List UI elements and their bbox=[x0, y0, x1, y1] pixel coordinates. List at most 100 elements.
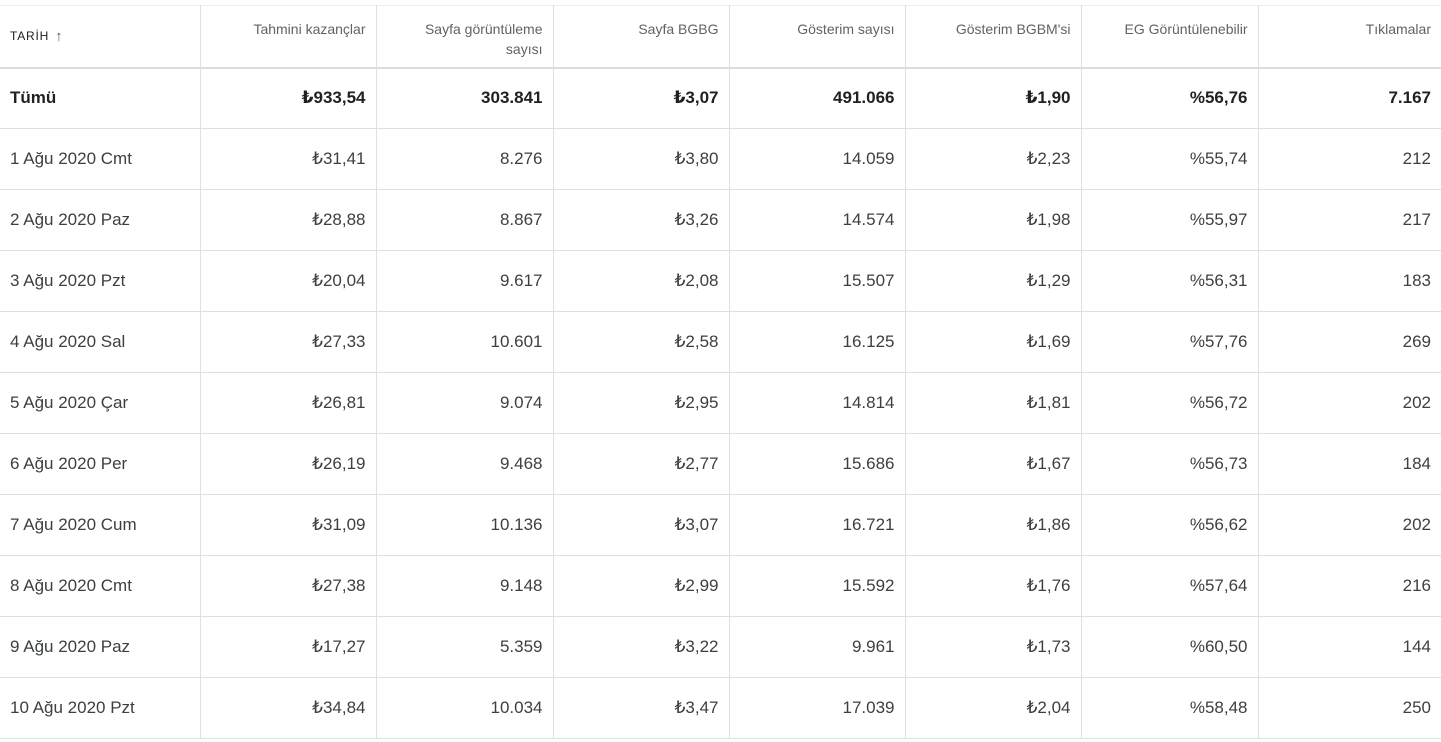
table-row: 1 Ağu 2020 Cmt ₺31,41 8.276 ₺3,80 14.059 ₺2,2… bbox=[0, 128, 1441, 190]
date-cell: 7 Ağu 2020 Cum bbox=[0, 494, 201, 556]
earnings-cell: ₺27,33 bbox=[200, 311, 377, 373]
total-impression-rpm-cell: ₺1,90 bbox=[905, 67, 1082, 129]
earnings-cell: ₺27,38 bbox=[200, 555, 377, 617]
impressions-cell: 16.721 bbox=[729, 494, 906, 556]
page-rpm-cell: ₺2,95 bbox=[553, 372, 730, 434]
column-header-impression-rpm[interactable]: Gösterim BGBM'si bbox=[905, 5, 1082, 69]
earnings-cell: ₺20,04 bbox=[200, 250, 377, 312]
impression-rpm-cell: ₺1,98 bbox=[905, 189, 1082, 251]
date-cell: 1 Ağu 2020 Cmt bbox=[0, 128, 201, 190]
page-rpm-cell: ₺3,26 bbox=[553, 189, 730, 251]
column-header-label: TARİH bbox=[10, 28, 50, 43]
page-rpm-cell: ₺3,47 bbox=[553, 677, 730, 739]
page-rpm-cell: ₺3,22 bbox=[553, 616, 730, 678]
total-page-rpm-cell: ₺3,07 bbox=[553, 67, 730, 129]
column-header-label: Sayfa BGBG bbox=[638, 21, 719, 37]
table-header-row: TARİH ↑ Tahmini kazançlar Sayfa görüntüle… bbox=[0, 5, 1441, 69]
viewable-cell: %57,76 bbox=[1081, 311, 1259, 373]
page-rpm-cell: ₺2,58 bbox=[553, 311, 730, 373]
earnings-cell: ₺26,81 bbox=[200, 372, 377, 434]
total-earnings-cell: ₺933,54 bbox=[200, 67, 377, 129]
impressions-cell: 15.686 bbox=[729, 433, 906, 495]
impression-rpm-cell: ₺1,86 bbox=[905, 494, 1082, 556]
earnings-cell: ₺31,41 bbox=[200, 128, 377, 190]
total-page-views-cell: 303.841 bbox=[376, 67, 554, 129]
impression-rpm-cell: ₺2,23 bbox=[905, 128, 1082, 190]
date-cell: 9 Ağu 2020 Paz bbox=[0, 616, 201, 678]
impressions-cell: 17.039 bbox=[729, 677, 906, 739]
impressions-cell: 16.125 bbox=[729, 311, 906, 373]
total-clicks-cell: 7.167 bbox=[1258, 67, 1441, 129]
viewable-cell: %55,74 bbox=[1081, 128, 1259, 190]
column-header-date[interactable]: TARİH ↑ bbox=[0, 5, 201, 69]
column-header-label: Gösterim sayısı bbox=[797, 21, 895, 37]
column-header-label: Gösterim BGBM'si bbox=[955, 21, 1071, 37]
earnings-cell: ₺28,88 bbox=[200, 189, 377, 251]
viewable-cell: %56,62 bbox=[1081, 494, 1259, 556]
page-views-cell: 9.074 bbox=[376, 372, 554, 434]
impression-rpm-cell: ₺1,81 bbox=[905, 372, 1082, 434]
column-header-label: EG Görüntülenebilir bbox=[1124, 21, 1248, 37]
date-cell: 8 Ağu 2020 Cmt bbox=[0, 555, 201, 617]
total-impressions-cell: 491.066 bbox=[729, 67, 906, 129]
viewable-cell: %56,73 bbox=[1081, 433, 1259, 495]
table-row: 9 Ağu 2020 Paz ₺17,27 5.359 ₺3,22 9.961 ₺1,73… bbox=[0, 616, 1441, 678]
clicks-cell: 250 bbox=[1258, 677, 1441, 739]
column-header-label: sayısı bbox=[505, 41, 543, 57]
page-rpm-cell: ₺2,08 bbox=[553, 250, 730, 312]
page-views-cell: 9.617 bbox=[376, 250, 554, 312]
viewable-cell: %56,31 bbox=[1081, 250, 1259, 312]
page-rpm-cell: ₺3,07 bbox=[553, 494, 730, 556]
impression-rpm-cell: ₺1,73 bbox=[905, 616, 1082, 678]
page-views-cell: 5.359 bbox=[376, 616, 554, 678]
column-header-impressions[interactable]: Gösterim sayısı bbox=[729, 5, 906, 69]
table-row: 4 Ağu 2020 Sal ₺27,33 10.601 ₺2,58 16.125 ₺1,… bbox=[0, 311, 1441, 373]
date-cell: 2 Ağu 2020 Paz bbox=[0, 189, 201, 251]
table-row: 10 Ağu 2020 Pzt ₺34,84 10.034 ₺3,47 17.039 ₺2… bbox=[0, 677, 1441, 739]
date-cell: 6 Ağu 2020 Per bbox=[0, 433, 201, 495]
table-body: Tümü ₺933,54 303.841 ₺3,07 491.066 ₺1,90… bbox=[0, 67, 1441, 739]
table-row: 2 Ağu 2020 Paz ₺28,88 8.867 ₺3,26 14.574 ₺1,9… bbox=[0, 189, 1441, 251]
date-cell: 3 Ağu 2020 Pzt bbox=[0, 250, 201, 312]
impression-rpm-cell: ₺1,76 bbox=[905, 555, 1082, 617]
impressions-cell: 15.507 bbox=[729, 250, 906, 312]
report-table: TARİH ↑ Tahmini kazançlar Sayfa görüntüle… bbox=[0, 5, 1441, 739]
page-rpm-cell: ₺2,99 bbox=[553, 555, 730, 617]
table-row: 7 Ağu 2020 Cum ₺31,09 10.136 ₺3,07 16.721 ₺1,… bbox=[0, 494, 1441, 556]
impressions-cell: 9.961 bbox=[729, 616, 906, 678]
clicks-cell: 217 bbox=[1258, 189, 1441, 251]
page-views-cell: 10.034 bbox=[376, 677, 554, 739]
page-rpm-cell: ₺2,77 bbox=[553, 433, 730, 495]
impressions-cell: 14.574 bbox=[729, 189, 906, 251]
impression-rpm-cell: ₺1,69 bbox=[905, 311, 1082, 373]
column-header-label: Tıklamalar bbox=[1365, 21, 1431, 37]
page-views-cell: 8.867 bbox=[376, 189, 554, 251]
viewable-cell: %57,64 bbox=[1081, 555, 1259, 617]
column-header-earnings[interactable]: Tahmini kazançlar bbox=[200, 5, 377, 69]
page-views-cell: 8.276 bbox=[376, 128, 554, 190]
page-views-cell: 10.601 bbox=[376, 311, 554, 373]
date-cell: 4 Ağu 2020 Sal bbox=[0, 311, 201, 373]
date-cell: 5 Ağu 2020 Çar bbox=[0, 372, 201, 434]
page-rpm-cell: ₺3,80 bbox=[553, 128, 730, 190]
table-row: 5 Ağu 2020 Çar ₺26,81 9.074 ₺2,95 14.814 ₺1,8… bbox=[0, 372, 1441, 434]
page-views-cell: 9.148 bbox=[376, 555, 554, 617]
earnings-cell: ₺34,84 bbox=[200, 677, 377, 739]
impression-rpm-cell: ₺2,04 bbox=[905, 677, 1082, 739]
viewable-cell: %55,97 bbox=[1081, 189, 1259, 251]
viewable-cell: %60,50 bbox=[1081, 616, 1259, 678]
clicks-cell: 184 bbox=[1258, 433, 1441, 495]
earnings-cell: ₺17,27 bbox=[200, 616, 377, 678]
column-header-viewable[interactable]: EG Görüntülenebilir bbox=[1081, 5, 1259, 69]
clicks-cell: 269 bbox=[1258, 311, 1441, 373]
column-header-page-views[interactable]: Sayfa görüntüleme sayısı bbox=[376, 5, 554, 69]
total-viewable-cell: %56,76 bbox=[1081, 67, 1259, 129]
table-row: 6 Ağu 2020 Per ₺26,19 9.468 ₺2,77 15.686 ₺1,6… bbox=[0, 433, 1441, 495]
arrow-up-icon[interactable]: ↑ bbox=[55, 27, 63, 47]
column-header-page-rpm[interactable]: Sayfa BGBG bbox=[553, 5, 730, 69]
total-row: Tümü ₺933,54 303.841 ₺3,07 491.066 ₺1,90… bbox=[0, 67, 1441, 129]
table-row: 3 Ağu 2020 Pzt ₺20,04 9.617 ₺2,08 15.507 ₺1,2… bbox=[0, 250, 1441, 312]
column-header-label: Tahmini kazançlar bbox=[253, 21, 366, 37]
impression-rpm-cell: ₺1,67 bbox=[905, 433, 1082, 495]
column-header-clicks[interactable]: Tıklamalar bbox=[1258, 5, 1441, 69]
